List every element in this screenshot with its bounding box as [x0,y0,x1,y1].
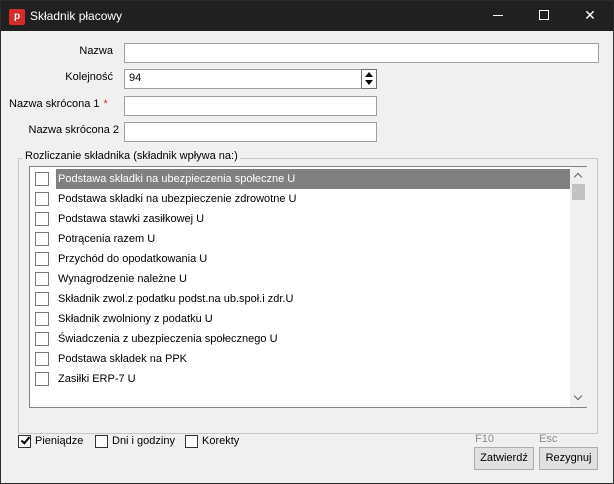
korekty-checkbox[interactable]: Korekty [185,435,245,451]
scroll-thumb[interactable] [572,184,585,200]
window-title: Składnik płacowy [30,9,123,23]
list-item[interactable]: Zasiłki ERP-7 U [30,369,570,389]
list-item[interactable]: Świadczenia z ubezpieczenia społecznego … [30,329,570,349]
korekty-label: Korekty [202,435,240,447]
maximize-icon[interactable] [521,1,567,31]
list-item-checkbox[interactable] [35,332,49,346]
nazwa-input[interactable] [124,43,599,63]
list-item-checkbox[interactable] [35,292,49,306]
list-item-checkbox[interactable] [35,312,49,326]
dialog-body: Nazwa Kolejność 94 Nazwa skrócona 1 * Naz… [1,31,613,483]
list-item[interactable]: Podstawa składek na PPK [30,349,570,369]
scroll-down-icon[interactable] [570,390,587,407]
list-item-checkbox[interactable] [35,352,49,366]
app-logo-icon: p [9,9,25,25]
checkmark-icon [20,434,31,445]
list-item[interactable]: Składnik zwol.z podatku podst.na ub.społ… [30,289,570,309]
list-item-label: Przychód do opodatkowania U [58,253,208,265]
kolejnosc-label: Kolejność [65,71,113,83]
dni-i-godziny-checkbox[interactable]: Dni i godziny [95,435,180,451]
title-bar[interactable]: p Składnik płacowy ✕ [1,1,613,31]
list-item-label: Składnik zwol.z podatku podst.na ub.społ… [58,293,294,305]
cancel-hotkey: Esc [539,433,558,445]
list-item[interactable]: Składnik zwolniony z podatku U [30,309,570,329]
scroll-up-icon[interactable] [570,167,587,184]
checkbox-box[interactable] [185,435,198,448]
list-item-label: Zasiłki ERP-7 U [58,373,136,385]
pieniadze-label: Pieniądze [35,435,84,447]
list-item-checkbox[interactable] [35,232,49,246]
nazwa-skrocona-1-input[interactable] [124,96,377,116]
pieniadze-checkbox[interactable]: Pieniądze [18,434,88,451]
nazwa-skrocona-2-input[interactable] [124,122,377,142]
list-item-label: Podstawa składki na ubezpieczenie zdrowo… [58,193,297,205]
nazwa-skrocona-1-label: Nazwa skrócona 1 * [9,98,124,110]
list-item[interactable]: Podstawa składki na ubezpieczenie zdrowo… [30,189,570,209]
list-item[interactable]: Przychód do opodatkowania U [30,249,570,269]
list-item-label: Wynagrodzenie należne U [58,273,187,285]
rozliczanie-group-title: Rozliczanie składnika (składnik wpływa n… [23,150,240,162]
required-mark: * [103,98,108,110]
nazwa-skrocona-1-label-text: Nazwa skrócona 1 [9,98,100,110]
list-item-label: Potrącenia razem U [58,233,156,245]
list-item-checkbox[interactable] [35,172,49,186]
confirm-hotkey: F10 [475,433,494,445]
list-item-label: Składnik zwolniony z podatku U [58,313,213,325]
list-item-label: Podstawa stawki zasiłkowej U [58,213,205,225]
nazwa-label: Nazwa [79,45,113,57]
list-item[interactable]: Podstawa stawki zasiłkowej U [30,209,570,229]
dialog-window: p Składnik płacowy ✕ Nazwa Kolejność 94 … [0,0,614,484]
list-item-checkbox[interactable] [35,272,49,286]
checkbox-box[interactable] [95,435,108,448]
list-item-label: Podstawa składki na ubezpieczenia społec… [56,169,570,189]
close-icon[interactable]: ✕ [567,1,613,31]
list-item[interactable]: Potrącenia razem U [30,229,570,249]
stepper-up-icon[interactable] [362,70,376,79]
checkbox-box[interactable] [18,434,31,448]
confirm-button[interactable]: Zatwierdź [474,447,534,470]
cancel-button[interactable]: Rezygnuj [539,447,598,470]
list-item-label: Podstawa składek na PPK [58,353,188,365]
kolejnosc-stepper[interactable] [361,69,377,89]
dni-i-godziny-label: Dni i godziny [112,435,175,447]
list-item[interactable]: Podstawa składki na ubezpieczenia społec… [30,169,570,189]
minimize-icon[interactable] [475,1,521,31]
kolejnosc-input[interactable]: 94 [124,69,362,89]
list-item-checkbox[interactable] [35,192,49,206]
list-item[interactable]: Wynagrodzenie należne U [30,269,570,289]
nazwa-skrocona-2-label: Nazwa skrócona 2 [28,124,120,136]
list-item-checkbox[interactable] [35,252,49,266]
list-item-checkbox[interactable] [35,372,49,386]
stepper-down-icon[interactable] [362,79,376,88]
list-item-label: Świadczenia z ubezpieczenia społecznego … [58,333,278,345]
rozliczanie-checklist[interactable]: Podstawa składki na ubezpieczenia społec… [29,166,587,408]
list-item-checkbox[interactable] [35,212,49,226]
list-scrollbar[interactable] [570,167,587,407]
